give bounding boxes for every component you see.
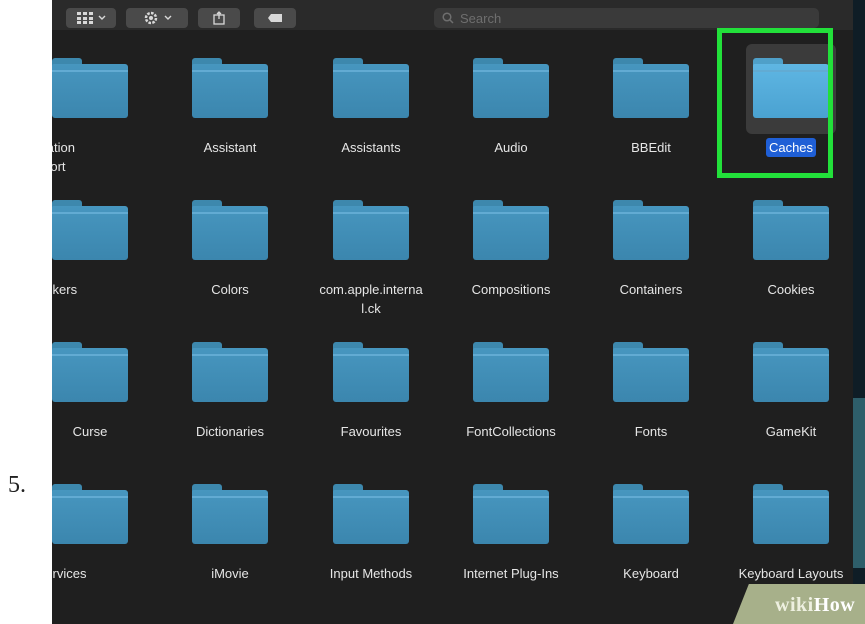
folder-label: Assistant [203,140,257,155]
chevron-down-icon [98,15,105,20]
finder-toolbar: Search [52,0,865,30]
folder-icon [333,200,409,260]
chevron-down-icon [164,15,171,20]
wikihow-watermark: wikiHow [733,584,865,624]
folder-icon [192,342,268,402]
folder-label: lorPickers [52,282,78,297]
folder-label: tityServices [52,566,87,581]
folder-icon [52,484,128,544]
folder-label: Internet Plug-Ins [463,566,559,581]
desktop-edge [853,0,865,624]
folder-icon [613,342,689,402]
folder-label: pplicationSupport [52,140,75,174]
folder-icon [613,58,689,118]
folder-label: BBEdit [631,140,671,155]
folder-icon [473,58,549,118]
grid-icon [76,12,93,24]
folder-label: Keyboard [623,566,679,581]
folder-icon [473,200,549,260]
folder-icon [52,58,128,118]
folder-icon [192,200,268,260]
folder-icon [753,200,829,260]
folder-icon [192,484,268,544]
folder-label: Keyboard Layouts [738,566,844,581]
folder-icon [333,58,409,118]
search-icon [442,12,454,24]
folder-label: Cookies [767,282,815,297]
highlight-box [717,28,833,178]
wikihow-logo: wikiHow [775,594,856,616]
action-menu-button[interactable] [126,8,188,28]
folder-label: com.apple.interna l.ck [319,282,423,316]
step-number: 5. [8,472,26,498]
tag-button[interactable] [254,8,296,28]
folder-icon [613,200,689,260]
folder-label: Favourites [340,424,402,439]
folder-icon [753,342,829,402]
gear-icon [144,11,157,25]
search-placeholder: Search [460,10,502,26]
folder-label: Curse [72,424,108,439]
share-button[interactable] [198,8,240,28]
search-field[interactable]: Search [434,8,819,28]
folder-label: Dictionaries [196,424,264,439]
folder-icon [333,484,409,544]
folder-label: Colors [211,282,249,297]
folder-icon [52,342,128,402]
folder-icon [192,58,268,118]
folder-icon [613,484,689,544]
folder-icon [473,484,549,544]
folder-icon [753,484,829,544]
folder-icon [52,200,128,260]
folder-label: Input Methods [329,566,413,581]
folder-label: iMovie [211,566,249,581]
folder-label: FontCollections [466,424,556,439]
folder-label: GameKit [765,424,817,439]
folder-label: Assistants [341,140,401,155]
folder-label: Containers [619,282,683,297]
folder-label: Compositions [471,282,551,297]
folder-icon [333,342,409,402]
tag-icon [268,14,282,22]
view-options-button[interactable] [66,8,116,28]
share-icon [213,11,225,25]
folder-label: Audio [494,140,528,155]
folder-label: Fonts [634,424,668,439]
finder-window: Search pplicationSupport Assistant Assista… [52,0,865,624]
folder-icon [473,342,549,402]
